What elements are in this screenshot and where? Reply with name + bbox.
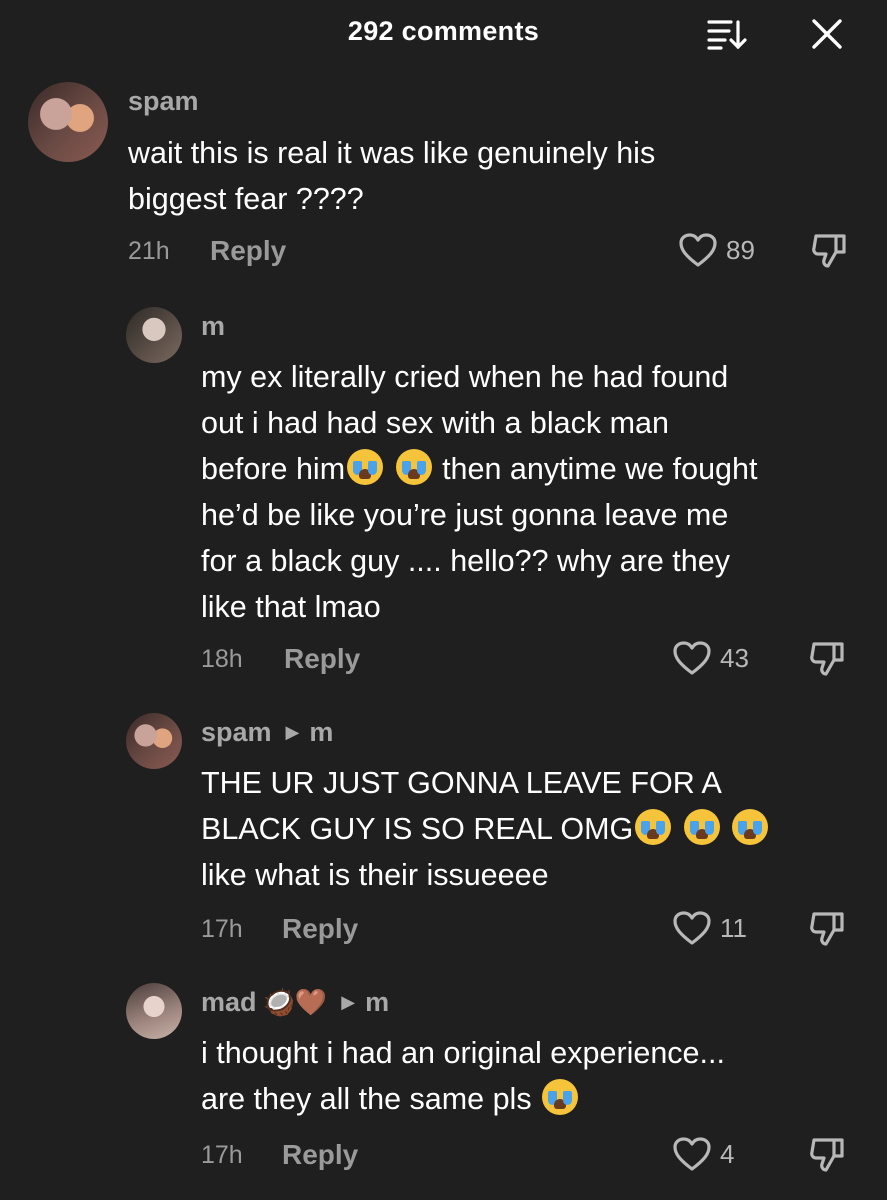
comment-username[interactable]: spam: [128, 86, 199, 117]
comment-text: THE UR JUST GONNA LEAVE FOR A BLACK GUY …: [201, 760, 871, 898]
heart-outline-icon: [673, 641, 711, 675]
thumbs-down-icon: [810, 912, 844, 946]
comment-timestamp: 17h: [201, 915, 243, 943]
close-button[interactable]: [808, 16, 846, 52]
loudly-crying-face-emoji: [732, 809, 769, 845]
username-label: m: [201, 311, 226, 341]
comment-timestamp: 21h: [128, 237, 170, 265]
comment-text: my ex literally cried when he had found …: [201, 354, 871, 630]
close-icon: [812, 19, 842, 49]
comment-text-line: he’d be like you’re just gonna leave me: [201, 498, 729, 532]
avatar[interactable]: [126, 713, 182, 769]
avatar[interactable]: [28, 82, 108, 162]
like-count: 4: [720, 1138, 735, 1169]
username-emoji: 🥥🤎: [262, 987, 328, 1017]
comment-text-line-with-emoji: BLACK GUY IS SO REAL OMG: [201, 806, 871, 852]
username-label: mad: [201, 987, 257, 1017]
heart-outline-icon: [673, 911, 711, 945]
comment-text-line-with-emoji: before him then anytime we fought: [201, 446, 871, 492]
loudly-crying-face-emoji: [542, 1079, 579, 1115]
dislike-button[interactable]: [808, 638, 848, 678]
like-count: 89: [726, 234, 755, 265]
like-button[interactable]: 11: [672, 910, 747, 946]
dislike-button[interactable]: [808, 908, 848, 948]
thumbs-down-icon: [810, 1138, 844, 1172]
like-button[interactable]: 4: [672, 1136, 734, 1172]
comment-text: wait this is real it was like genuinely …: [128, 136, 656, 216]
comment-text-segment: BLACK GUY IS SO REAL OMG: [201, 812, 634, 846]
reply-to-username: m: [365, 987, 390, 1017]
comments-count-title: 292 comments: [347, 16, 540, 46]
heart-outline-icon: [679, 233, 717, 267]
avatar[interactable]: [126, 307, 182, 363]
comment-timestamp: 18h: [201, 645, 243, 673]
comment-text: i thought i had an original experience..…: [201, 1030, 871, 1122]
comment-text-line: for a black guy .... hello?? why are the…: [201, 544, 730, 578]
comment-text-segment: before him: [201, 452, 346, 486]
dislike-button[interactable]: [808, 1134, 848, 1174]
sort-icon: [707, 20, 747, 50]
reply-arrow-icon: ▶: [285, 722, 300, 742]
dislike-button[interactable]: [810, 230, 850, 270]
loudly-crying-face-emoji: [683, 809, 720, 845]
comment-text-line-with-emoji: are they all the same pls: [201, 1076, 871, 1122]
like-count: 43: [720, 642, 749, 673]
username-label: spam: [201, 717, 272, 747]
sort-button[interactable]: [705, 16, 747, 52]
comment-text-line: THE UR JUST GONNA LEAVE FOR A: [201, 766, 722, 800]
comment-text-line: my ex literally cried when he had found: [201, 360, 729, 394]
comment-username[interactable]: spam ▶ m: [201, 717, 333, 748]
reply-button[interactable]: Reply: [284, 643, 360, 675]
comment-timestamp: 17h: [201, 1141, 243, 1169]
heart-outline-icon: [673, 1137, 711, 1171]
comment-username[interactable]: mad 🥥🤎 ▶ m: [201, 987, 389, 1018]
like-button[interactable]: 43: [672, 640, 749, 676]
loudly-crying-face-emoji: [635, 809, 672, 845]
loudly-crying-face-emoji: [395, 449, 432, 485]
thumbs-down-icon: [810, 642, 844, 676]
comment-text-line: like what is their issueeee: [201, 858, 549, 892]
comment-text-line: i thought i had an original experience..…: [201, 1036, 725, 1070]
username-label: spam: [128, 86, 199, 116]
avatar[interactable]: [126, 983, 182, 1039]
comment-text-line: out i had had sex with a black man: [201, 406, 669, 440]
like-count: 11: [720, 912, 747, 943]
comment-text-line: like that lmao: [201, 590, 381, 624]
comment-text-segment: then anytime we fought: [433, 452, 758, 486]
thumbs-down-icon: [812, 234, 846, 268]
reply-arrow-icon: ▶: [341, 992, 356, 1012]
like-button[interactable]: 89: [678, 232, 755, 268]
comment-username[interactable]: m: [201, 311, 225, 342]
reply-button[interactable]: Reply: [282, 913, 358, 945]
reply-button[interactable]: Reply: [210, 235, 286, 267]
reply-to-username: m: [309, 717, 334, 747]
reply-button[interactable]: Reply: [282, 1139, 358, 1171]
comments-header: 292 comments: [0, 0, 887, 64]
comment-text-segment: are they all the same pls: [201, 1082, 532, 1116]
loudly-crying-face-emoji: [347, 449, 384, 485]
